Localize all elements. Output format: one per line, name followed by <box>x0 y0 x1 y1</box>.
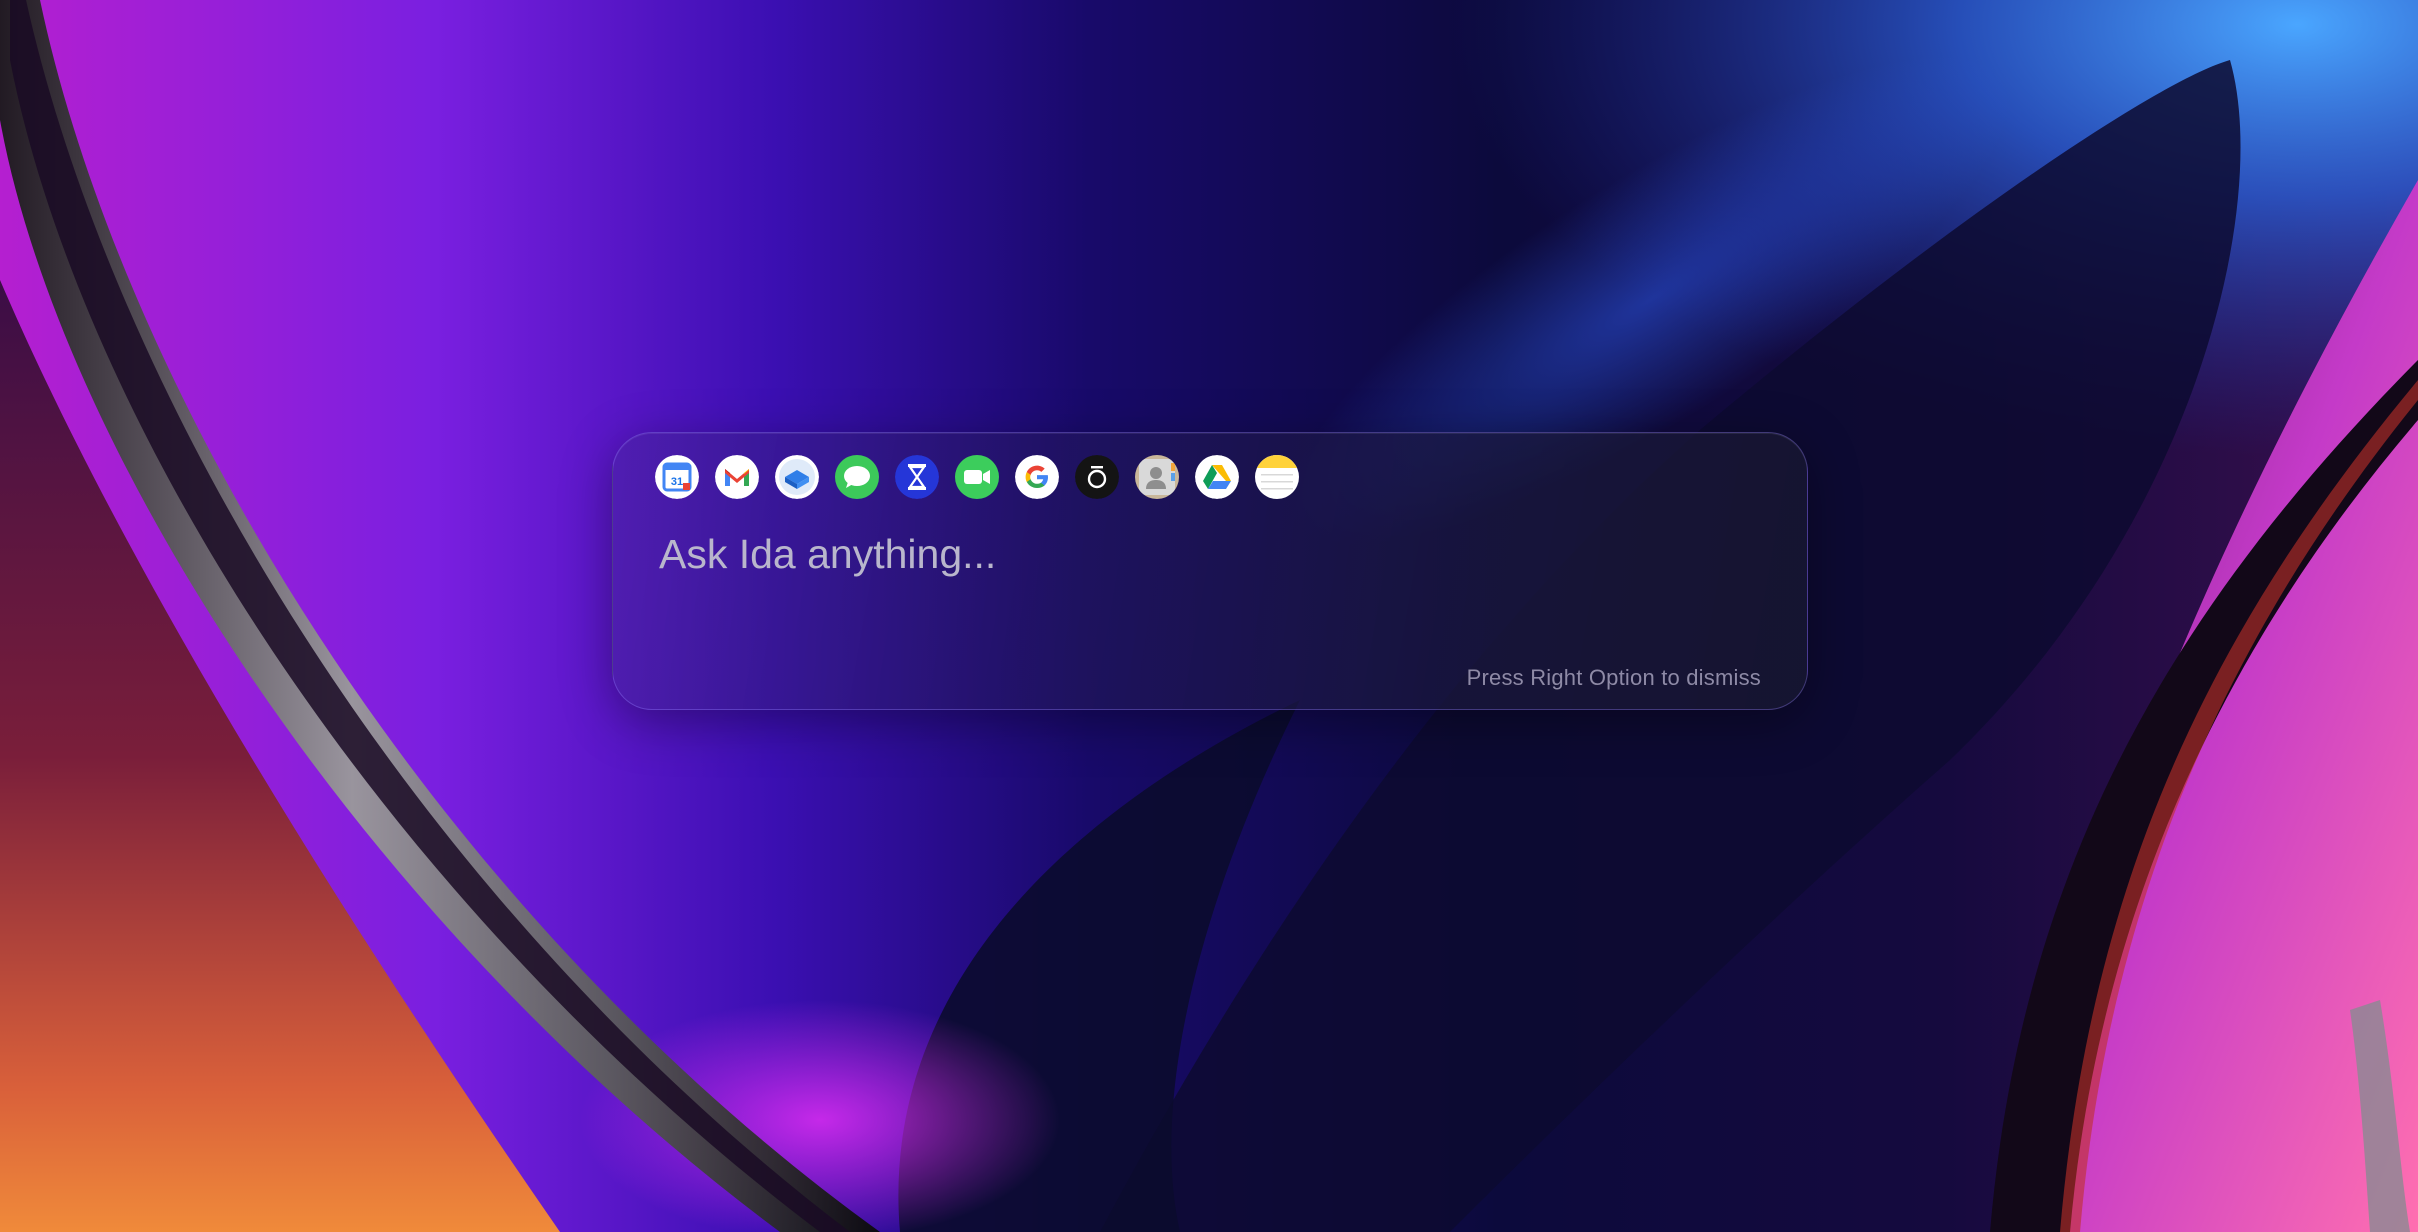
integration-icon-row: 31 <box>655 455 1299 499</box>
calendar-date-label: 31 <box>671 476 683 488</box>
notes-icon[interactable] <box>1255 455 1299 499</box>
ida-assistant-panel: 31 Ask Ida anything... Press Right Optio… <box>612 432 1808 710</box>
google-drive-icon[interactable] <box>1195 455 1239 499</box>
google-icon[interactable] <box>1015 455 1059 499</box>
facetime-icon[interactable] <box>955 455 999 499</box>
oura-ring-icon[interactable] <box>1075 455 1119 499</box>
dismiss-hint: Press Right Option to dismiss <box>1466 665 1761 690</box>
ask-ida-input[interactable] <box>659 519 1739 589</box>
gmail-icon[interactable] <box>715 455 759 499</box>
google-calendar-icon[interactable]: 31 <box>655 455 699 499</box>
hourglass-app-icon[interactable] <box>895 455 939 499</box>
messages-icon[interactable] <box>835 455 879 499</box>
mail-app-icon[interactable] <box>775 455 819 499</box>
contacts-icon[interactable] <box>1135 455 1179 499</box>
desktop: 31 Ask Ida anything... Press Right Optio… <box>0 0 2418 1232</box>
